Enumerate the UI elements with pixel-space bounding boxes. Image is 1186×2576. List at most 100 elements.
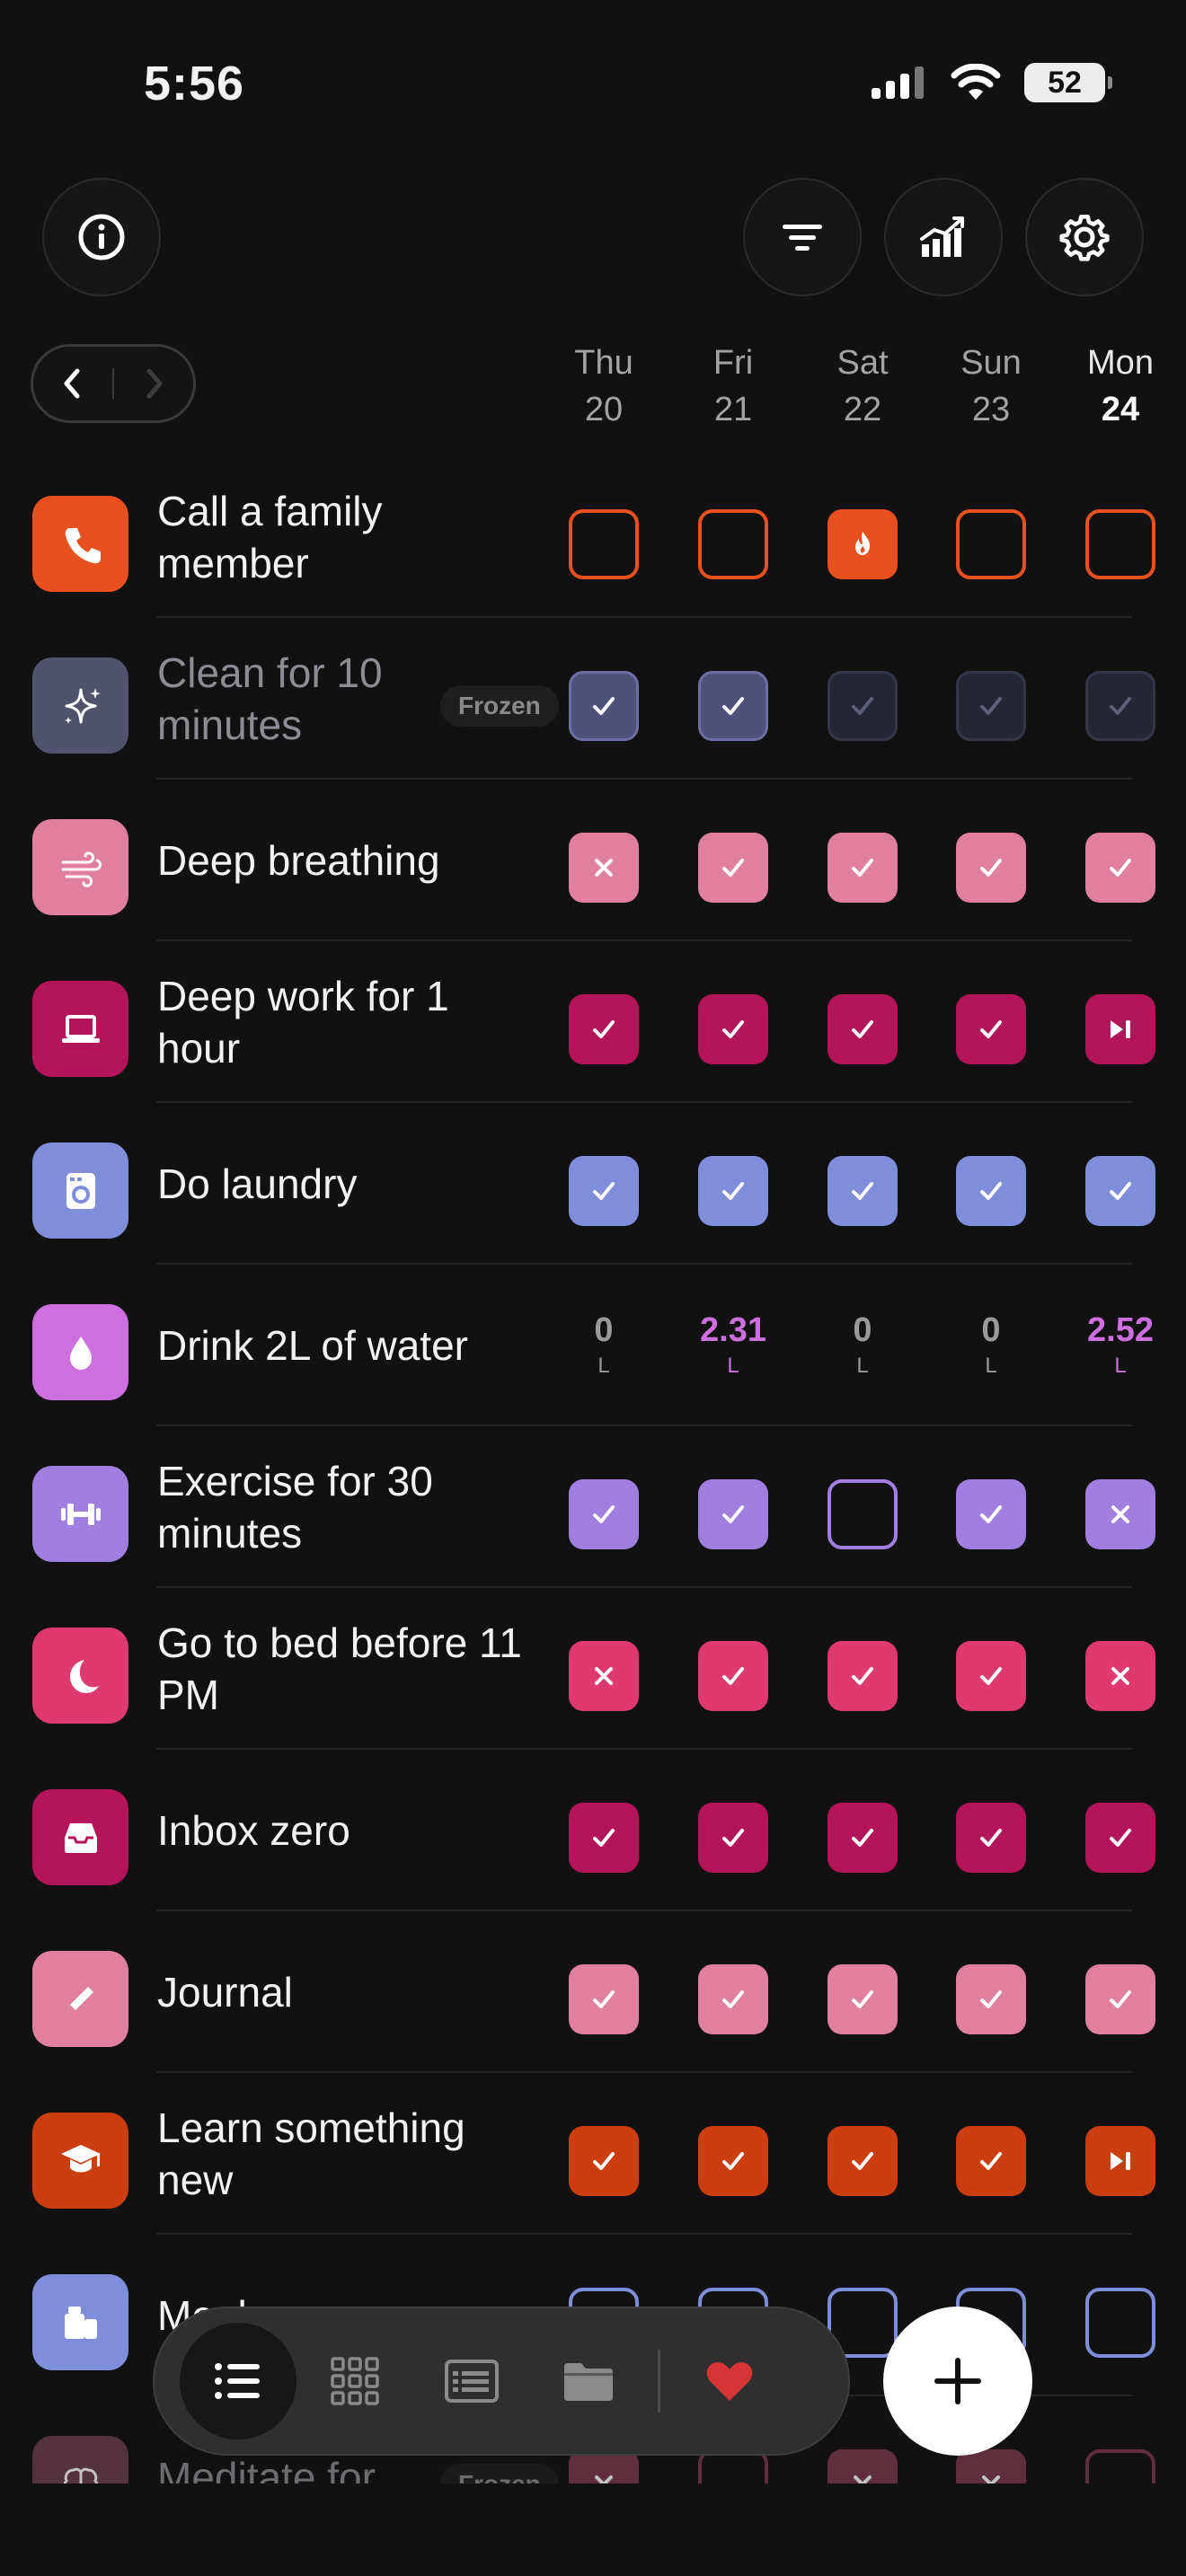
- day-cell-done[interactable]: [698, 1156, 768, 1226]
- day-cell-done[interactable]: [1085, 1964, 1155, 2034]
- day-cell-done[interactable]: [698, 1964, 768, 2034]
- habit-row[interactable]: Inbox zero: [0, 1750, 1186, 1911]
- previous-week-button[interactable]: [33, 347, 112, 420]
- habit-row[interactable]: Go to bed before 11 PM: [0, 1588, 1186, 1750]
- status-time: 5:56: [144, 57, 245, 110]
- habit-row[interactable]: Deep work for 1 hour: [0, 941, 1186, 1103]
- habit-row[interactable]: Do laundry: [0, 1103, 1186, 1265]
- day-cell-frozen[interactable]: [1085, 671, 1155, 741]
- wifi-icon: [951, 64, 1001, 100]
- day-cell-empty[interactable]: [1085, 2288, 1155, 2358]
- habit-name: Inbox zero: [157, 1807, 350, 1854]
- frozen-badge: Frozen: [440, 685, 559, 727]
- day-cell-done[interactable]: [828, 2126, 898, 2196]
- day-cell-empty[interactable]: [828, 1479, 898, 1549]
- day-cell-failed[interactable]: [1085, 1641, 1155, 1711]
- tab-bar: [153, 2307, 850, 2456]
- habit-row[interactable]: Exercise for 30 minutes: [0, 1426, 1186, 1588]
- meal-icon: [32, 2274, 128, 2370]
- day-cell-empty[interactable]: [698, 509, 768, 579]
- day-number: 20: [584, 391, 624, 428]
- day-cell-empty[interactable]: [569, 509, 639, 579]
- day-cell-done[interactable]: [569, 2126, 639, 2196]
- day-cell-done[interactable]: [569, 1156, 639, 1226]
- day-cell-done[interactable]: [1085, 1156, 1155, 1226]
- day-cell-frozen[interactable]: [956, 671, 1026, 741]
- next-week-button[interactable]: [114, 347, 193, 420]
- day-cell-done[interactable]: [828, 994, 898, 1064]
- info-button[interactable]: [42, 178, 161, 296]
- habit-row[interactable]: Clean for 10 minutes Frozen: [0, 618, 1186, 780]
- value-cell[interactable]: 0L: [804, 1310, 921, 1381]
- day-cell-done[interactable]: [956, 1156, 1026, 1226]
- chevron-left-icon: [64, 368, 80, 399]
- day-cell-streak[interactable]: [828, 509, 898, 579]
- add-habit-button[interactable]: [883, 2307, 1032, 2456]
- status-icons: 52: [870, 63, 1112, 102]
- day-cell-done[interactable]: [569, 994, 639, 1064]
- day-cell-done[interactable]: [698, 1641, 768, 1711]
- heart-icon: [706, 2362, 753, 2401]
- filter-button[interactable]: [743, 178, 862, 296]
- sparkle-icon: [32, 657, 128, 754]
- wind-icon: [32, 819, 128, 915]
- habit-row[interactable]: Deep breathing: [0, 780, 1186, 941]
- day-cell-done[interactable]: [956, 994, 1026, 1064]
- habit-row[interactable]: Learn something new: [0, 2073, 1186, 2235]
- day-cell-skipped[interactable]: [1085, 2126, 1155, 2196]
- tab-list[interactable]: [180, 2323, 296, 2439]
- day-header-mon: Mon 24: [1071, 340, 1170, 433]
- value-cell[interactable]: 0L: [933, 1310, 1049, 1381]
- stats-button[interactable]: [884, 178, 1003, 296]
- day-cell-done[interactable]: [698, 994, 768, 1064]
- value-cell[interactable]: 2.31 L: [675, 1310, 792, 1381]
- washer-icon: [32, 1142, 128, 1239]
- day-cell-done[interactable]: [828, 1803, 898, 1873]
- tab-favorites[interactable]: [671, 2323, 788, 2439]
- day-cell-done[interactable]: [828, 1964, 898, 2034]
- day-cell-done[interactable]: [698, 2126, 768, 2196]
- value-number: 0: [981, 1311, 1001, 1349]
- habit-row[interactable]: Drink 2L of water 0 L 2.31 L 0 L 0 L 2.52 L: [0, 1265, 1186, 1426]
- day-cell-failed[interactable]: [569, 1641, 639, 1711]
- day-cell-done[interactable]: [956, 2126, 1026, 2196]
- day-cell-done[interactable]: [569, 1803, 639, 1873]
- settings-icon: [1059, 215, 1110, 261]
- value-cell[interactable]: 0L: [545, 1310, 662, 1381]
- day-cell-empty[interactable]: [956, 509, 1026, 579]
- day-cell-failed[interactable]: [569, 833, 639, 903]
- day-cell-done[interactable]: [956, 1479, 1026, 1549]
- tab-folder[interactable]: [530, 2323, 647, 2439]
- day-cell-done[interactable]: [698, 1479, 768, 1549]
- day-cell-done[interactable]: [828, 1156, 898, 1226]
- value-cell[interactable]: 2.52 L: [1062, 1310, 1179, 1381]
- day-cell-done[interactable]: [698, 671, 768, 741]
- day-cell-done[interactable]: [828, 833, 898, 903]
- habit-row[interactable]: Call a family member: [0, 456, 1186, 618]
- day-cell-done[interactable]: [569, 671, 639, 741]
- day-cell-done[interactable]: [956, 1803, 1026, 1873]
- day-cell-done[interactable]: [698, 1803, 768, 1873]
- day-cell-done[interactable]: [569, 1964, 639, 2034]
- day-cell-done[interactable]: [956, 1641, 1026, 1711]
- day-cell-done[interactable]: [569, 1479, 639, 1549]
- day-cell-empty[interactable]: [1085, 509, 1155, 579]
- day-name: Mon: [1087, 344, 1154, 382]
- dumbbell-icon: [32, 1466, 128, 1562]
- day-cell-done[interactable]: [698, 833, 768, 903]
- day-cell-done[interactable]: [956, 833, 1026, 903]
- tab-grid[interactable]: [296, 2323, 413, 2439]
- laptop-icon: [32, 981, 128, 1077]
- day-cell-skipped[interactable]: [1085, 994, 1155, 1064]
- settings-button[interactable]: [1025, 178, 1144, 296]
- day-cell-failed[interactable]: [1085, 1479, 1155, 1549]
- day-cell-done[interactable]: [1085, 1803, 1155, 1873]
- day-cell-frozen[interactable]: [828, 671, 898, 741]
- tab-journal[interactable]: [413, 2323, 530, 2439]
- day-cell-done[interactable]: [956, 1964, 1026, 2034]
- habit-row[interactable]: Journal: [0, 1911, 1186, 2073]
- value-number: 0: [853, 1311, 872, 1349]
- day-cell-done[interactable]: [1085, 833, 1155, 903]
- day-name: Thu: [574, 344, 633, 382]
- day-cell-done[interactable]: [828, 1641, 898, 1711]
